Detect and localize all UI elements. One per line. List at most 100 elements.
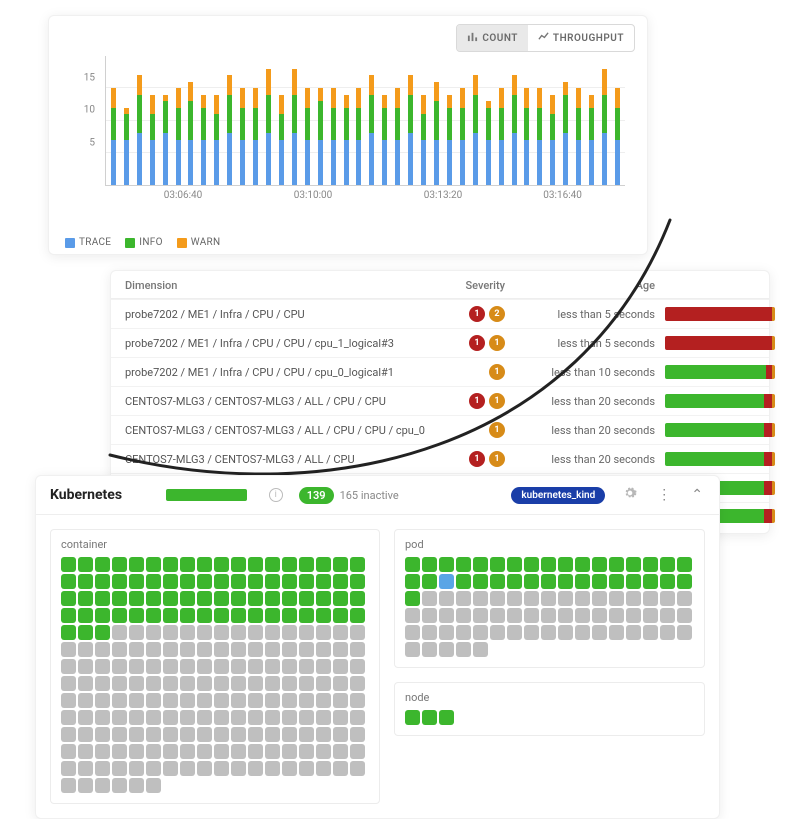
resource-cell[interactable] bbox=[316, 727, 331, 742]
resource-cell[interactable] bbox=[146, 710, 161, 725]
resource-cell[interactable] bbox=[146, 608, 161, 623]
bar[interactable] bbox=[160, 56, 171, 185]
resource-cell[interactable] bbox=[129, 744, 144, 759]
bar[interactable] bbox=[302, 56, 313, 185]
bar[interactable] bbox=[522, 56, 533, 185]
resource-cell[interactable] bbox=[95, 642, 110, 657]
resource-cell[interactable] bbox=[282, 693, 297, 708]
resource-cell[interactable] bbox=[333, 710, 348, 725]
resource-cell[interactable] bbox=[439, 591, 454, 606]
resource-cell[interactable] bbox=[350, 727, 365, 742]
resource-cell[interactable] bbox=[61, 574, 76, 589]
resource-cell[interactable] bbox=[350, 642, 365, 657]
resource-cell[interactable] bbox=[490, 557, 505, 572]
resource-cell[interactable] bbox=[405, 608, 420, 623]
resource-cell[interactable] bbox=[333, 642, 348, 657]
resource-cell[interactable] bbox=[78, 693, 93, 708]
resource-cell[interactable] bbox=[146, 761, 161, 776]
resource-cell[interactable] bbox=[248, 744, 263, 759]
resource-cell[interactable] bbox=[146, 557, 161, 572]
resource-cell[interactable] bbox=[61, 693, 76, 708]
resource-cell[interactable] bbox=[180, 676, 195, 691]
resource-cell[interactable] bbox=[405, 642, 420, 657]
resource-cell[interactable] bbox=[422, 642, 437, 657]
resource-cell[interactable] bbox=[333, 727, 348, 742]
resource-cell[interactable] bbox=[78, 727, 93, 742]
resource-cell[interactable] bbox=[333, 591, 348, 606]
resource-cell[interactable] bbox=[350, 574, 365, 589]
bar[interactable] bbox=[379, 56, 390, 185]
resource-cell[interactable] bbox=[197, 625, 212, 640]
resource-cell[interactable] bbox=[541, 591, 556, 606]
resource-cell[interactable] bbox=[61, 727, 76, 742]
resource-cell[interactable] bbox=[316, 710, 331, 725]
resource-cell[interactable] bbox=[405, 625, 420, 640]
table-row[interactable]: CENTOS7-MLG3 / CENTOS7-MLG3 / ALL / CPU1… bbox=[111, 444, 769, 473]
resource-cell[interactable] bbox=[558, 625, 573, 640]
resource-cell[interactable] bbox=[180, 710, 195, 725]
resource-cell[interactable] bbox=[507, 574, 522, 589]
resource-cell[interactable] bbox=[180, 659, 195, 674]
resource-cell[interactable] bbox=[197, 744, 212, 759]
bar[interactable] bbox=[237, 56, 248, 185]
resource-cell[interactable] bbox=[456, 625, 471, 640]
resource-cell[interactable] bbox=[197, 676, 212, 691]
resource-cell[interactable] bbox=[78, 574, 93, 589]
resource-cell[interactable] bbox=[231, 625, 246, 640]
resource-cell[interactable] bbox=[231, 574, 246, 589]
resource-cell[interactable] bbox=[248, 676, 263, 691]
resource-cell[interactable] bbox=[316, 659, 331, 674]
bar[interactable] bbox=[315, 56, 326, 185]
resource-cell[interactable] bbox=[248, 693, 263, 708]
resource-cell[interactable] bbox=[299, 676, 314, 691]
resource-cell[interactable] bbox=[231, 744, 246, 759]
resource-cell[interactable] bbox=[333, 761, 348, 776]
resource-cell[interactable] bbox=[350, 625, 365, 640]
resource-cell[interactable] bbox=[626, 557, 641, 572]
resource-cell[interactable] bbox=[333, 744, 348, 759]
resource-cell[interactable] bbox=[422, 625, 437, 640]
resource-cell[interactable] bbox=[524, 608, 539, 623]
resource-cell[interactable] bbox=[609, 625, 624, 640]
resource-cell[interactable] bbox=[231, 710, 246, 725]
resource-cell[interactable] bbox=[456, 557, 471, 572]
resource-cell[interactable] bbox=[78, 642, 93, 657]
resource-cell[interactable] bbox=[626, 591, 641, 606]
resource-cell[interactable] bbox=[282, 642, 297, 657]
resource-cell[interactable] bbox=[61, 744, 76, 759]
resource-cell[interactable] bbox=[95, 744, 110, 759]
resource-cell[interactable] bbox=[248, 642, 263, 657]
table-row[interactable]: probe7202 / ME1 / Infra / CPU / CPU / cp… bbox=[111, 328, 769, 357]
resource-cell[interactable] bbox=[163, 574, 178, 589]
bar[interactable] bbox=[457, 56, 468, 185]
bar[interactable] bbox=[328, 56, 339, 185]
resource-cell[interactable] bbox=[265, 557, 280, 572]
resource-cell[interactable] bbox=[473, 591, 488, 606]
resource-cell[interactable] bbox=[95, 574, 110, 589]
resource-cell[interactable] bbox=[350, 557, 365, 572]
resource-cell[interactable] bbox=[146, 676, 161, 691]
resource-cell[interactable] bbox=[299, 642, 314, 657]
resource-cell[interactable] bbox=[146, 778, 161, 793]
resource-cell[interactable] bbox=[299, 591, 314, 606]
bar[interactable] bbox=[573, 56, 584, 185]
bar[interactable] bbox=[147, 56, 158, 185]
resource-cell[interactable] bbox=[146, 693, 161, 708]
resource-cell[interactable] bbox=[248, 591, 263, 606]
resource-cell[interactable] bbox=[490, 591, 505, 606]
resource-cell[interactable] bbox=[265, 625, 280, 640]
resource-cell[interactable] bbox=[95, 676, 110, 691]
resource-cell[interactable] bbox=[163, 693, 178, 708]
resource-cell[interactable] bbox=[129, 761, 144, 776]
resource-cell[interactable] bbox=[129, 625, 144, 640]
throughput-button[interactable]: THROUGHPUT bbox=[528, 25, 634, 51]
resource-cell[interactable] bbox=[299, 574, 314, 589]
resource-cell[interactable] bbox=[524, 625, 539, 640]
resource-cell[interactable] bbox=[660, 574, 675, 589]
resource-cell[interactable] bbox=[163, 727, 178, 742]
resource-cell[interactable] bbox=[660, 608, 675, 623]
resource-cell[interactable] bbox=[592, 574, 607, 589]
resource-cell[interactable] bbox=[626, 625, 641, 640]
resource-cell[interactable] bbox=[231, 676, 246, 691]
resource-cell[interactable] bbox=[558, 574, 573, 589]
